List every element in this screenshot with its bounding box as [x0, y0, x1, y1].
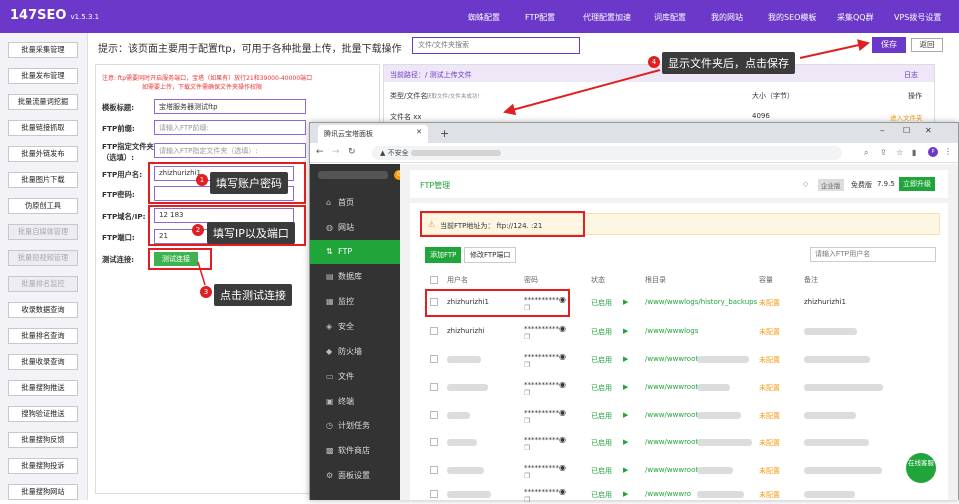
annotation-arrows	[197, 39, 870, 286]
